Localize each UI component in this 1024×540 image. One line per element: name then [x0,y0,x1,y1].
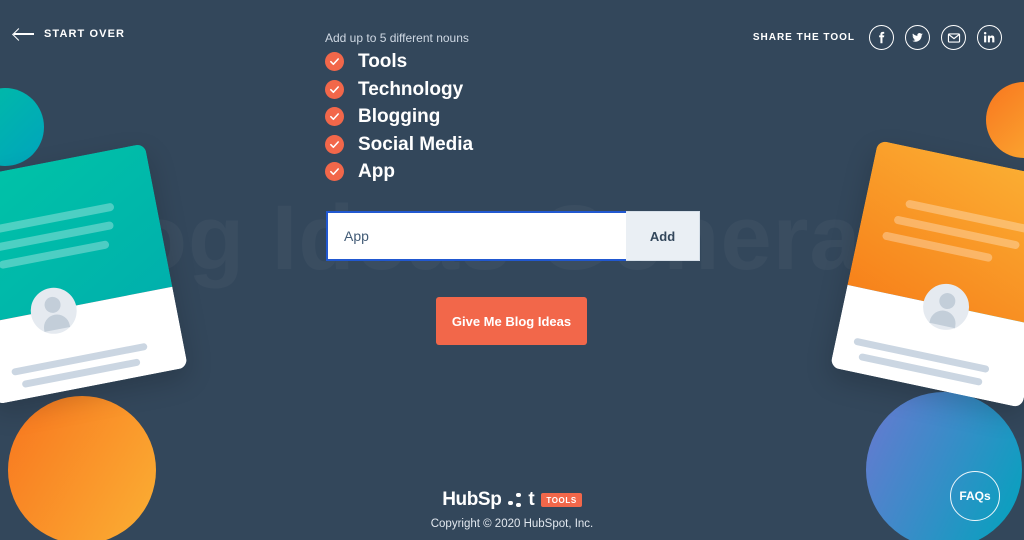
check-circle-icon [325,79,344,99]
deco-circle-teal-top-left [0,88,44,166]
noun-input[interactable] [326,211,626,261]
hubspot-logo-word: HubSp [442,489,502,510]
facebook-icon[interactable] [869,25,894,50]
hubspot-logo-word-tail: t [528,489,535,510]
start-over-label: START OVER [44,28,126,40]
noun-label: App [358,161,395,183]
check-circle-icon [325,107,344,127]
check-circle-icon [325,134,344,154]
avatar-placeholder-icon [26,283,81,338]
footer: HubSp t TOOLS Copyright © 2020 HubSpot, … [0,489,1024,530]
noun-label: Blogging [358,106,441,128]
noun-label: Technology [358,78,464,100]
tools-badge: TOOLS [541,493,582,507]
share-the-tool: SHARE THE TOOL [753,25,1002,50]
noun-list: Tools Technology Blogging Social Media A… [325,48,473,186]
deco-circle-orange-top-right [986,82,1024,158]
list-item[interactable]: App [325,158,473,186]
hubspot-logo: HubSp t TOOLS [442,489,582,511]
list-item[interactable]: Social Media [325,131,473,159]
add-button[interactable]: Add [626,211,700,261]
copyright-text: Copyright © 2020 HubSpot, Inc. [430,518,594,530]
arrow-left-icon [14,28,34,40]
check-circle-icon [325,162,344,182]
deco-card-left-body [0,283,188,405]
page-root: Blog Ideas Generator [0,0,1024,540]
email-icon[interactable] [941,25,966,50]
share-label: SHARE THE TOOL [752,32,855,43]
hubspot-sprocket-icon [508,492,521,508]
noun-entry-row: Add [326,211,700,261]
noun-limit-hint: Add up to 5 different nouns [325,31,469,45]
check-circle-icon [325,52,344,72]
noun-label: Tools [358,51,408,73]
twitter-icon[interactable] [905,25,930,50]
list-item[interactable]: Blogging [325,103,473,131]
start-over-button[interactable]: START OVER [14,28,125,40]
linkedin-icon[interactable] [977,25,1002,50]
noun-label: Social Media [358,133,474,155]
give-me-blog-ideas-button[interactable]: Give Me Blog Ideas [436,297,587,345]
list-item[interactable]: Technology [325,76,473,104]
list-item[interactable]: Tools [325,48,473,76]
faqs-button[interactable]: FAQs [950,471,1000,521]
deco-card-right-body [830,280,1024,408]
